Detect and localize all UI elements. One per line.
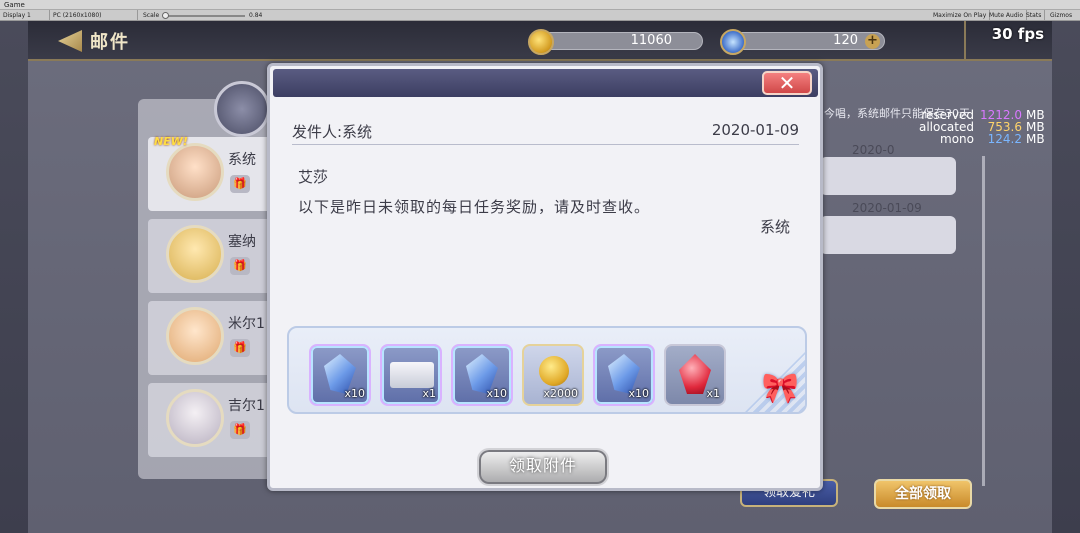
attachments-panel: x10 x1 x10 x2000 x10 x1 �	[287, 326, 807, 414]
back-button[interactable]: 邮件	[58, 26, 148, 56]
avatar	[166, 143, 224, 201]
attachment-item[interactable]: x2000	[522, 344, 584, 406]
mail-sender-name: 系统	[228, 152, 256, 168]
close-button[interactable]: ✕	[762, 71, 812, 95]
attachment-item[interactable]: x1	[380, 344, 442, 406]
scrollbar[interactable]	[982, 156, 985, 486]
mail-date: 2020-01-09	[711, 121, 799, 139]
scale-value: 0.84	[249, 12, 263, 19]
mail-sender-name: 塞纳	[228, 234, 256, 250]
mail-item[interactable]: 塞纳 🎁	[148, 219, 278, 293]
avatar	[166, 389, 224, 447]
memory-mono-row: mono 124.2 MB	[900, 133, 1048, 145]
display-dropdown[interactable]: Display 1	[0, 10, 50, 21]
attachment-item[interactable]: x10	[309, 344, 371, 406]
back-arrow-icon	[58, 30, 82, 52]
avatar	[166, 307, 224, 365]
claim-attachments-button[interactable]: 领取附件	[477, 448, 609, 486]
mail-date: 2020-01-09	[852, 201, 922, 215]
ticket-icon	[390, 362, 434, 388]
gift-icon: 🎁	[230, 339, 250, 357]
mail-item[interactable]: 吉尔1 🎁	[148, 383, 278, 457]
scale-slider-handle[interactable]	[162, 12, 169, 19]
stat-value: 124.2	[987, 132, 1022, 146]
dialog-header: ✕	[273, 69, 818, 97]
mail-sender-name: 吉尔1	[228, 398, 265, 414]
mail-sender-name: 米尔1	[228, 316, 265, 332]
item-quantity: x1	[422, 387, 436, 400]
coin-icon	[539, 356, 569, 386]
scale-slider-track[interactable]	[165, 15, 245, 17]
gizmos-dropdown[interactable]: Gizmos	[1047, 10, 1075, 21]
mail-item-system[interactable]: NEW! 系统 🎁	[148, 135, 278, 211]
editor-title-bar: Game	[0, 0, 1080, 10]
mail-detail-row[interactable]	[820, 157, 956, 195]
stat-label: mono	[940, 132, 974, 146]
friends-icon	[214, 81, 270, 137]
attachment-item[interactable]: x1	[664, 344, 726, 406]
receive-all-button[interactable]: 全部领取	[874, 479, 972, 509]
stat-unit: MB	[1026, 132, 1045, 146]
editor-toolbar: Display 1 PC (2160x1080) Scale 0.84 Maxi…	[0, 10, 1080, 21]
gift-icon: 🎁	[230, 175, 250, 193]
game-viewport: 邮件 11060 120 + 30 fps NEW! 系统 🎁 塞纳 🎁 米尔1…	[0, 21, 1080, 533]
game-tab-label[interactable]: Game	[4, 1, 25, 9]
item-quantity: x10	[628, 387, 649, 400]
gem-counter: 120 +	[720, 29, 885, 55]
fps-counter: 30 fps	[991, 25, 1044, 43]
stats-toggle[interactable]: Stats	[1023, 10, 1046, 21]
ribbon-bow-icon: 🎀	[761, 371, 799, 406]
maximize-on-play-toggle[interactable]: Maximize On Play	[930, 10, 991, 21]
coin-amount: 11060	[630, 33, 672, 48]
mail-date: 2020-0	[852, 143, 895, 157]
attachment-item[interactable]: x10	[593, 344, 655, 406]
item-quantity: x10	[344, 387, 365, 400]
add-gems-button[interactable]: +	[865, 34, 880, 49]
mail-detail-row[interactable]	[820, 216, 956, 254]
mail-item[interactable]: 米尔1 🎁	[148, 301, 278, 375]
memory-stats-overlay: reserved 1212.0 MB allocated 753.6 MB mo…	[900, 109, 1048, 145]
item-quantity: x10	[486, 387, 507, 400]
scale-label: Scale	[143, 12, 160, 19]
item-quantity: x1	[706, 387, 720, 400]
avatar	[166, 225, 224, 283]
gem-icon	[720, 29, 746, 55]
page-title: 邮件	[90, 32, 130, 53]
attachment-item[interactable]: x10	[451, 344, 513, 406]
gift-icon: 🎁	[230, 421, 250, 439]
mute-audio-toggle[interactable]: Mute Audio	[986, 10, 1027, 21]
gift-icon: 🎁	[230, 257, 250, 275]
resolution-dropdown[interactable]: PC (2160x1080)	[50, 10, 138, 21]
mail-signature: 系统	[759, 218, 790, 236]
recipient-name: 艾莎	[298, 168, 329, 186]
top-bar: 邮件 11060 120 +	[28, 21, 1052, 61]
new-badge: NEW!	[154, 135, 188, 148]
sender-label: 发件人:系统	[292, 123, 373, 141]
mail-meta: 发件人:系统 2020-01-09	[292, 119, 799, 145]
mail-detail-dialog: ✕ 发件人:系统 2020-01-09 艾莎 以下是昨日未领取的每日任务奖励，请…	[267, 63, 823, 491]
coin-counter: 11060	[528, 29, 703, 55]
mail-body: 以下是昨日未领取的每日任务奖励，请及时查收。	[298, 198, 651, 216]
gem-amount: 120	[833, 33, 858, 48]
item-quantity: x2000	[543, 387, 578, 400]
coin-icon	[528, 29, 554, 55]
